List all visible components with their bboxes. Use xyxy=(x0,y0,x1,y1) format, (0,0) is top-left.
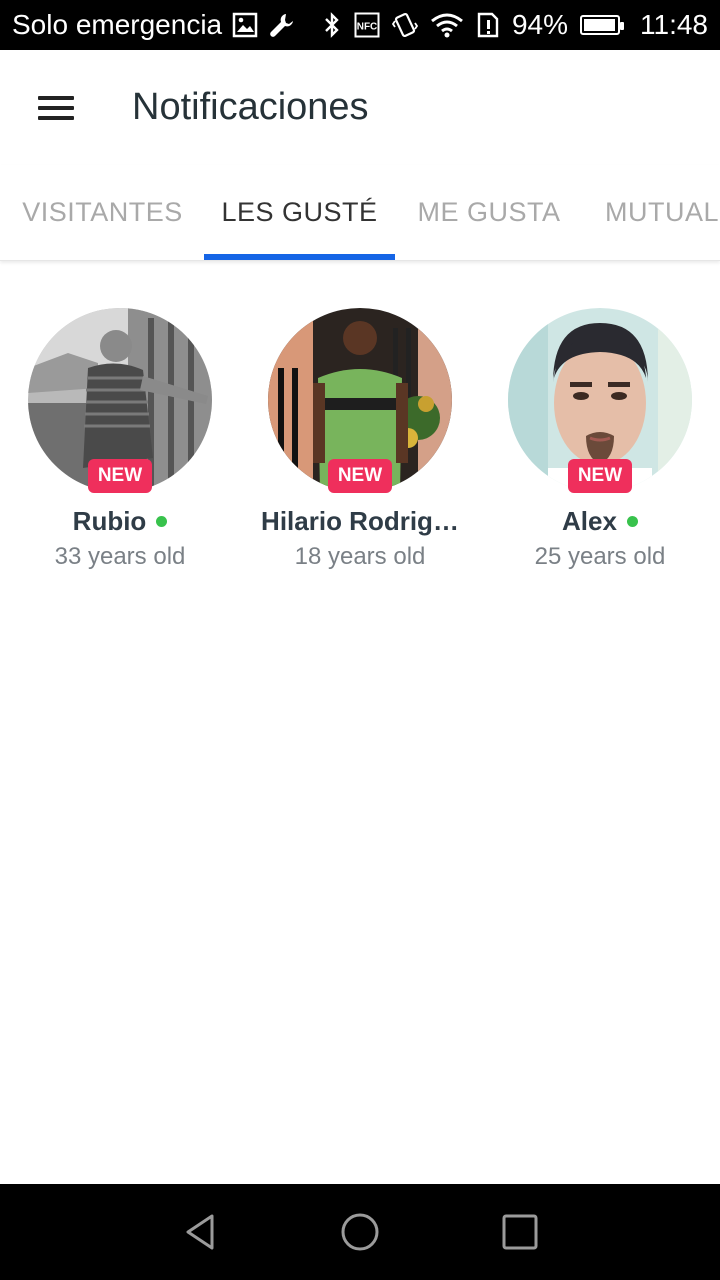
hamburger-menu-icon xyxy=(38,95,74,120)
user-name: Rubio xyxy=(72,505,147,536)
wifi-icon xyxy=(430,12,464,38)
home-icon xyxy=(341,1213,379,1251)
tab-label: ME GUSTA xyxy=(417,197,561,227)
page-title: Notificaciones xyxy=(132,86,369,128)
app-bar: Notificaciones xyxy=(0,50,720,165)
user-name-row: Rubio xyxy=(0,501,240,541)
user-age: 33 years old xyxy=(54,543,186,570)
user-age: 18 years old xyxy=(294,543,426,570)
user-name: Alex xyxy=(562,505,617,536)
clock: 11:48 xyxy=(640,9,708,40)
menu-button[interactable] xyxy=(16,68,96,148)
user-card-alex[interactable]: NEW Alex 25 years old xyxy=(480,305,720,585)
user-name: Hilario Rodrig… xyxy=(261,505,459,536)
bluetooth-icon xyxy=(322,11,342,39)
new-badge: NEW xyxy=(328,459,392,493)
back-icon xyxy=(186,1214,214,1250)
recents-button[interactable] xyxy=(480,1204,560,1260)
navigation-bar xyxy=(0,1184,720,1280)
user-card-hilario[interactable]: NEW Hilario Rodrig… 18 years old xyxy=(240,305,480,585)
user-card-rubio[interactable]: NEW Rubio 33 years old xyxy=(0,305,240,585)
vibrate-icon xyxy=(391,11,418,39)
battery-percent: 94% xyxy=(511,9,568,40)
new-badge: NEW xyxy=(568,459,632,493)
recents-icon xyxy=(502,1214,538,1250)
user-name-row: Hilario Rodrig… xyxy=(240,501,480,541)
tab-mutual[interactable]: MUTUAL xyxy=(583,165,720,260)
online-indicator xyxy=(626,515,638,527)
active-tab-indicator xyxy=(204,254,395,260)
nfc-icon: NFC xyxy=(354,12,380,38)
tab-les-guste[interactable]: LES GUSTÉ xyxy=(204,165,395,260)
status-bar: Solo emergencia NFC 94% 11:48 xyxy=(0,0,720,50)
user-name-row: Alex xyxy=(480,501,720,541)
tab-visitantes[interactable]: VISITANTES xyxy=(0,165,205,260)
tab-me-gusta[interactable]: ME GUSTA xyxy=(395,165,583,260)
battery-icon xyxy=(580,15,624,35)
new-badge: NEW xyxy=(88,459,152,493)
sim-alert-icon xyxy=(476,12,500,38)
tab-label: MUTUAL xyxy=(605,197,720,227)
image-icon xyxy=(232,12,258,38)
tab-label: VISITANTES xyxy=(22,197,183,227)
carrier-text: Solo emergencia xyxy=(12,9,223,40)
online-indicator xyxy=(156,515,168,527)
tab-label: LES GUSTÉ xyxy=(221,197,378,227)
home-button[interactable] xyxy=(320,1204,400,1260)
nfc-label: NFC xyxy=(357,22,378,33)
tab-bar: VISITANTES LES GUSTÉ ME GUSTA MUTUAL xyxy=(0,165,720,261)
wrench-icon xyxy=(268,11,296,39)
back-button[interactable] xyxy=(160,1204,240,1260)
user-age: 25 years old xyxy=(534,543,666,570)
